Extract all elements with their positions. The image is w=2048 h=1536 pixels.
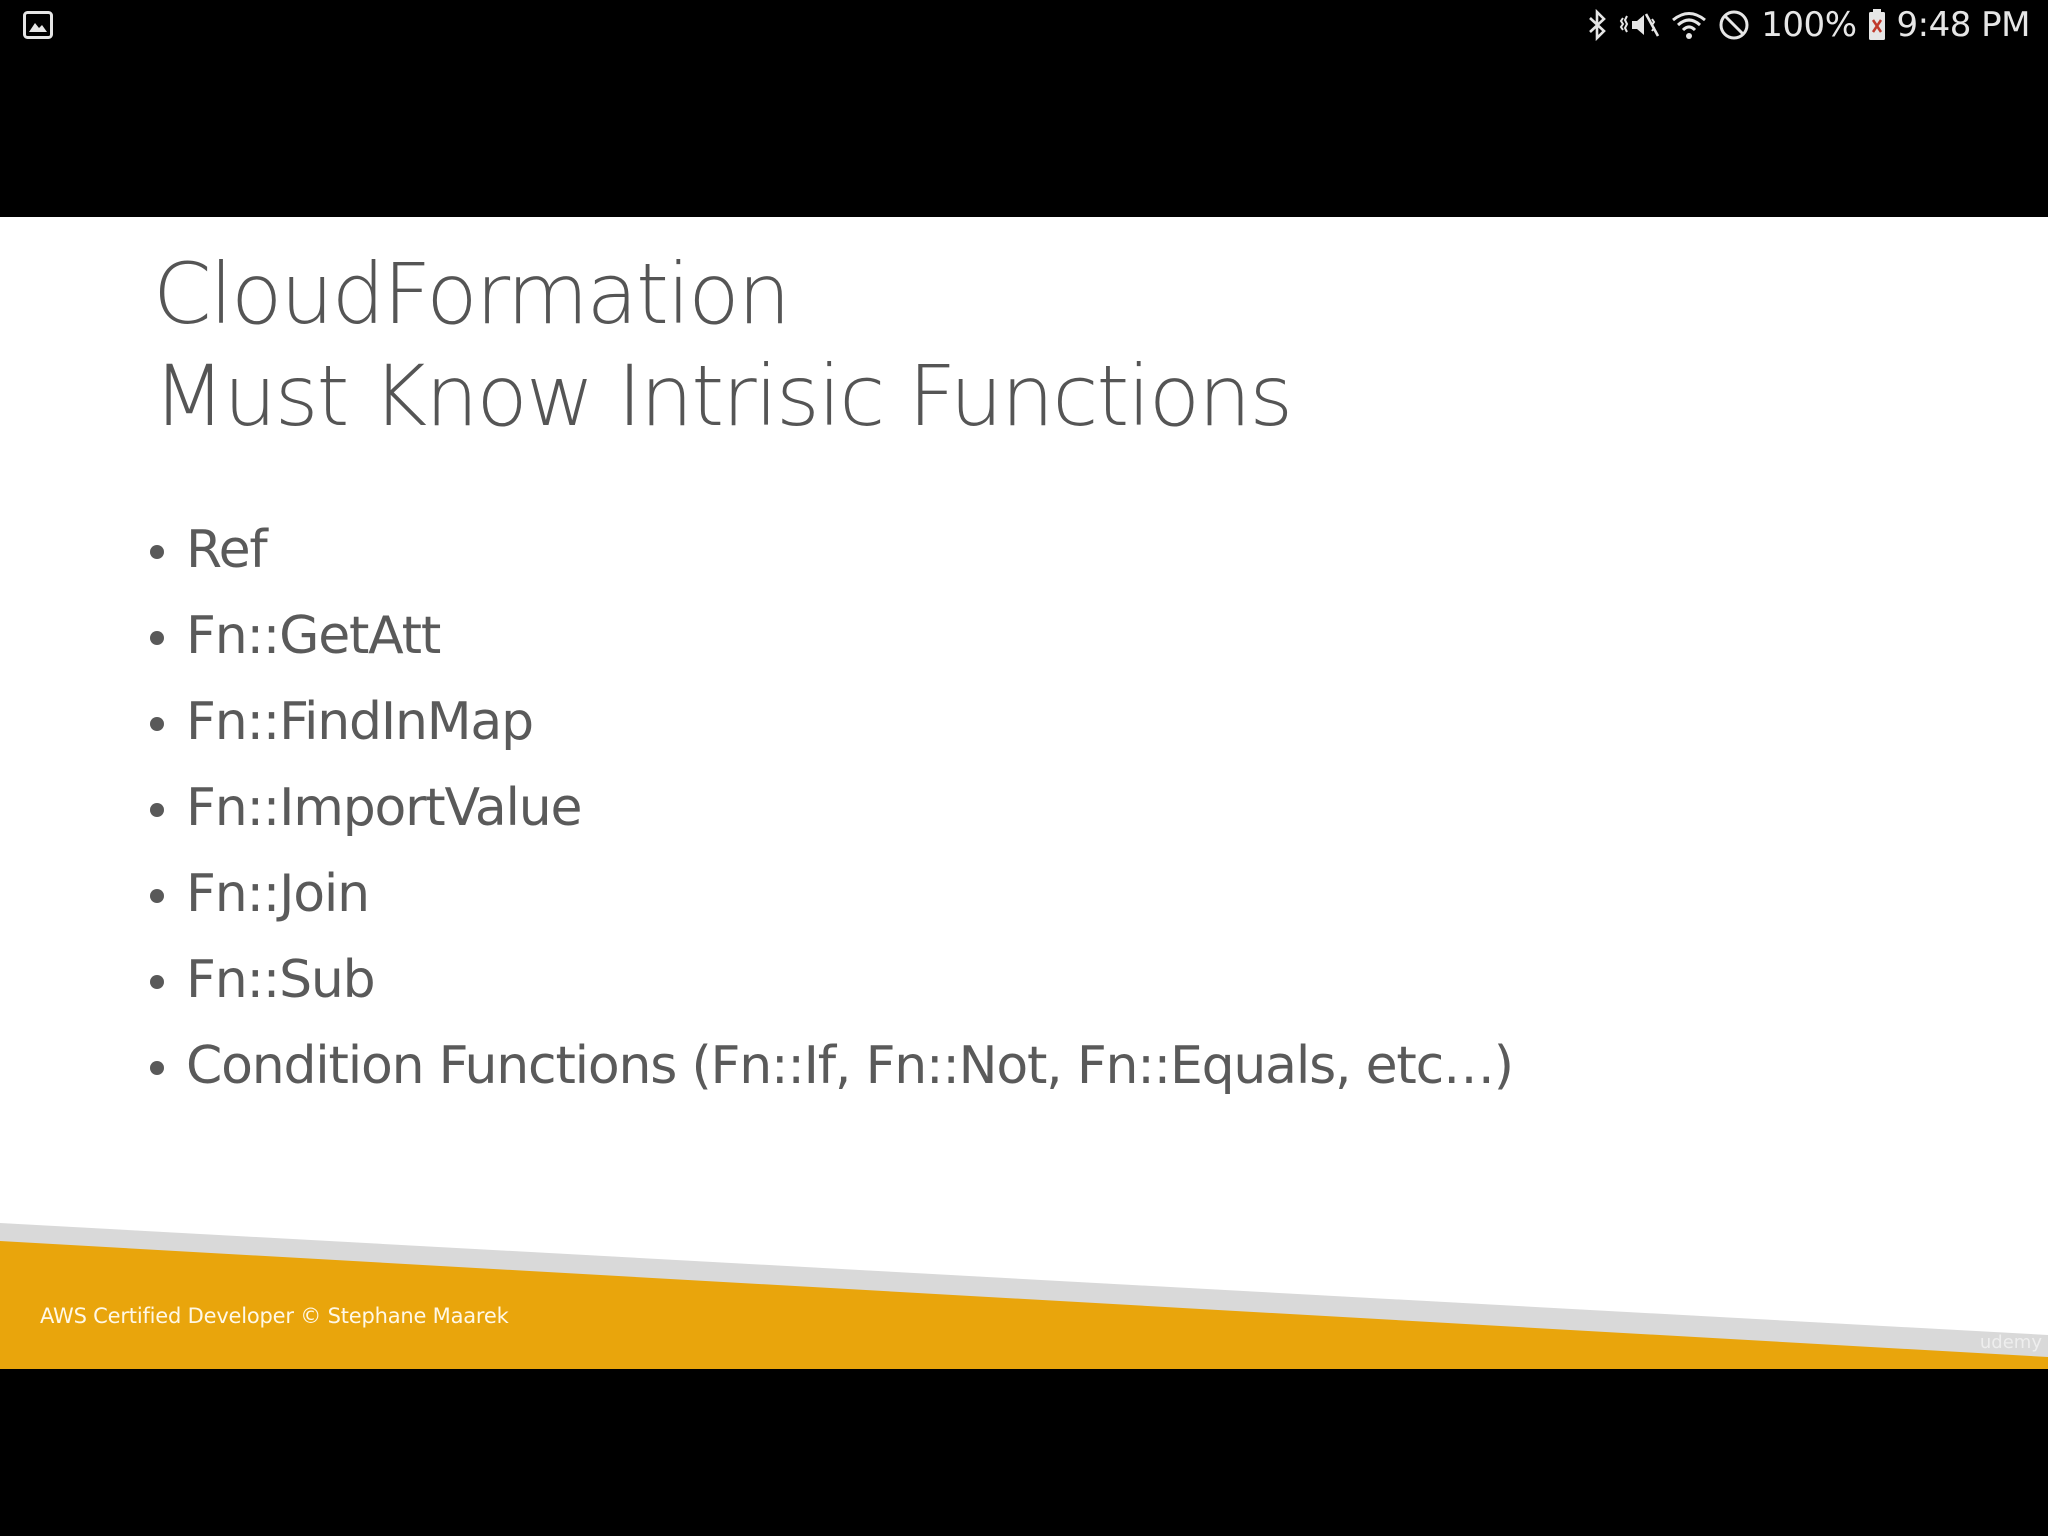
battery-icon (1867, 8, 1887, 42)
bullet-text: Ref (186, 520, 268, 580)
do-not-disturb-icon (1717, 8, 1751, 42)
bullet-item: Fn::Sub (150, 937, 1513, 1023)
vibrate-mute-icon (1619, 9, 1661, 41)
bullet-item: Ref (150, 507, 1513, 593)
bullet-item: Fn::Join (150, 851, 1513, 937)
bullet-text: Fn::Sub (186, 950, 376, 1010)
bullet-text: Fn::GetAtt (186, 606, 441, 666)
bullet-dot (150, 631, 164, 645)
udemy-logo: udemy (1979, 1332, 2042, 1353)
slide-title-line-2: Must Know Intrisic Functions (153, 347, 1293, 445)
clock: 9:48 PM (1896, 5, 2031, 45)
bluetooth-icon (1587, 9, 1609, 41)
bullet-text: Condition Functions (Fn::If, Fn::Not, Fn… (186, 1036, 1514, 1096)
screen: 100% 9:48 PM CloudFormation Must Know In… (0, 0, 2048, 1536)
bullet-item: Fn::ImportValue (150, 765, 1513, 851)
bullet-item: Fn::GetAtt (150, 593, 1513, 679)
status-icons: 100% 9:48 PM (1587, 4, 2030, 46)
footer-copyright: AWS Certified Developer © Stephane Maare… (40, 1304, 509, 1328)
battery-percent: 100% (1761, 5, 1857, 45)
bullet-text: Fn::Join (186, 864, 370, 924)
bullet-list: Ref Fn::GetAtt Fn::FindInMap Fn::ImportV… (150, 507, 1514, 1109)
bullet-text: Fn::FindInMap (186, 692, 534, 752)
bullet-dot (150, 803, 164, 817)
bullet-item: Fn::FindInMap (150, 679, 1513, 765)
bullet-item: Condition Functions (Fn::If, Fn::Not, Fn… (150, 1023, 1514, 1109)
wifi-icon (1671, 9, 1707, 41)
bullet-dot (150, 717, 164, 731)
bullet-dot (150, 1061, 164, 1075)
status-bar: 100% 9:48 PM (0, 0, 2048, 50)
bullet-dot (150, 889, 164, 903)
gallery-icon[interactable] (23, 11, 53, 39)
bullet-dot (150, 545, 164, 559)
slide-title-line-1: CloudFormation (153, 245, 791, 343)
bullet-text: Fn::ImportValue (186, 778, 582, 838)
slide-title: CloudFormation Must Know Intrisic Functi… (153, 243, 1293, 447)
footer-band (0, 1223, 2048, 1369)
bullet-dot (150, 975, 164, 989)
slide: CloudFormation Must Know Intrisic Functi… (0, 217, 2048, 1369)
